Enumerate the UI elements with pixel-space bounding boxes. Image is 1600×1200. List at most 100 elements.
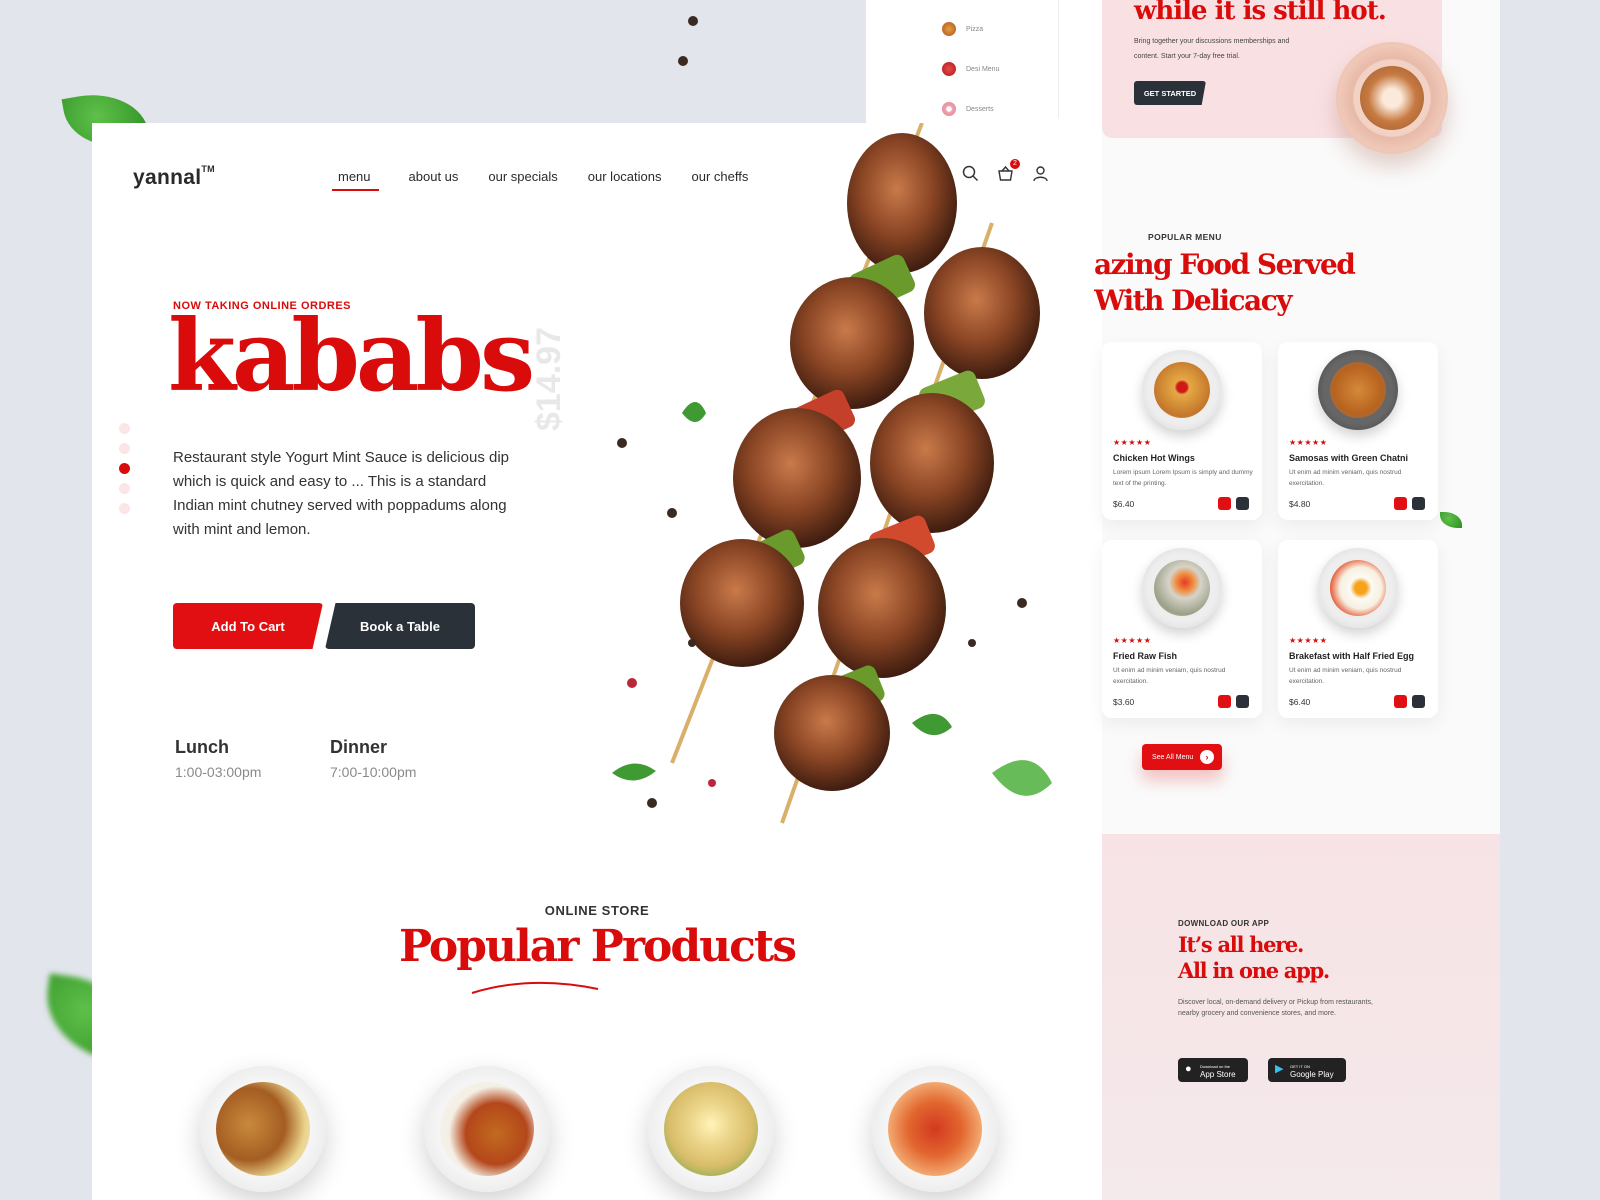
promo-text: Bring together your discussions membersh… xyxy=(1134,38,1290,60)
app-store-label: App Store xyxy=(1200,1069,1236,1079)
rating-stars: ★★★★★ xyxy=(1113,636,1152,645)
hours-label: Dinner xyxy=(330,737,388,757)
menu-card[interactable]: ★★★★★ Samosas with Green Chatni Ut enim … xyxy=(1278,342,1438,520)
share-icon[interactable] xyxy=(1236,695,1249,708)
rating-stars: ★★★★★ xyxy=(1289,438,1328,447)
app-title-line: It’s all here. xyxy=(1178,932,1304,957)
app-store-button[interactable]: ● Download on the App Store xyxy=(1178,1058,1248,1082)
nav-item-our-specials[interactable]: our specials xyxy=(488,169,557,191)
share-icon[interactable] xyxy=(1236,497,1249,510)
app-store-caption: Download on the xyxy=(1200,1063,1231,1069)
kebab-skewers-image xyxy=(612,122,1052,824)
rating-stars: ★★★★★ xyxy=(1113,438,1152,447)
product-plate[interactable] xyxy=(872,1066,998,1192)
hours-time: 7:00-10:00pm xyxy=(330,764,417,780)
hero-title: kababs xyxy=(168,299,535,414)
donut-icon xyxy=(942,102,956,116)
chicken-wings-image xyxy=(1142,350,1222,430)
heart-icon[interactable] xyxy=(1394,695,1407,708)
category-label: Desserts xyxy=(966,105,994,113)
heart-icon[interactable] xyxy=(1218,695,1231,708)
slide-dot[interactable] xyxy=(119,503,130,514)
hours-label: Lunch xyxy=(175,737,229,757)
divider xyxy=(1058,0,1059,118)
brand-name: yannal xyxy=(133,166,202,189)
hours-dinner: Dinner 7:00-10:00pm xyxy=(330,737,416,780)
mint-leaf-decoration xyxy=(1440,512,1462,528)
fried-fish-image xyxy=(1142,548,1222,628)
category-item-desi-menu[interactable]: Desi Menu xyxy=(942,62,999,76)
hours-time: 1:00-03:00pm xyxy=(175,764,262,780)
menu-card[interactable]: ★★★★★ Fried Raw Fish Ut enim ad minim ve… xyxy=(1102,540,1262,718)
hero-price: $14.97 xyxy=(530,327,568,431)
menu-item-name: Brakefast with Half Fried Egg xyxy=(1289,651,1415,661)
curry-rice-plate-icon xyxy=(440,1082,534,1176)
popular-menu-title-line: azing Food Served xyxy=(1094,248,1356,281)
popular-menu-title: azing Food Served With Delicacy xyxy=(1094,247,1424,319)
menu-item-name: Fried Raw Fish xyxy=(1113,651,1178,661)
get-started-button[interactable]: GET STARTED xyxy=(1134,81,1206,105)
menu-item-desc: Ut enim ad minim veniam, quis nostrud ex… xyxy=(1113,667,1226,685)
heart-icon[interactable] xyxy=(1394,497,1407,510)
fried-chicken-plate-icon xyxy=(216,1082,310,1176)
hours-lunch: Lunch 1:00-03:00pm xyxy=(175,737,261,780)
right-preview-panel: while it is still hot. Bring together yo… xyxy=(1094,0,1500,1200)
google-play-icon: ▶ xyxy=(1275,1063,1284,1075)
main-landing-panel: yannalTM menu about us our specials our … xyxy=(92,122,1102,1200)
google-play-label: Google Play xyxy=(1290,1069,1334,1079)
download-app-section: DOWNLOAD OUR APP It’s all here. All in o… xyxy=(1102,834,1500,1200)
nav-item-about-us[interactable]: about us xyxy=(409,169,459,191)
download-app-eyebrow: DOWNLOAD OUR APP xyxy=(1178,919,1270,928)
samosa-image xyxy=(1318,350,1398,430)
crepe-lemon-plate-icon xyxy=(664,1082,758,1176)
fried-egg-breakfast-image xyxy=(1318,548,1398,628)
menu-item-name: Samosas with Green Chatni xyxy=(1289,453,1409,463)
menu-item-name: Chicken Hot Wings xyxy=(1113,453,1195,463)
add-to-cart-button[interactable]: Add To Cart xyxy=(173,603,323,649)
popular-menu-title-line: With Delicacy xyxy=(1094,284,1293,317)
pizza-icon xyxy=(942,22,956,36)
nav-item-menu[interactable]: menu xyxy=(332,169,379,191)
share-icon[interactable] xyxy=(1412,497,1425,510)
product-plate[interactable] xyxy=(200,1066,326,1192)
category-item-desserts[interactable]: Desserts xyxy=(942,102,994,116)
heart-icon[interactable] xyxy=(1218,497,1231,510)
brand-logo[interactable]: yannalTM xyxy=(133,164,215,190)
apple-icon: ● xyxy=(1185,1063,1192,1075)
slide-dot[interactable] xyxy=(119,483,130,494)
pot-icon xyxy=(942,62,956,76)
google-play-caption: GET IT ON xyxy=(1290,1063,1310,1069)
title-underline-decoration xyxy=(471,981,599,994)
share-icon[interactable] xyxy=(1412,695,1425,708)
product-plate[interactable] xyxy=(648,1066,774,1192)
see-all-menu-button[interactable]: See All Menu › xyxy=(1142,744,1222,770)
coffee-cup-image xyxy=(1336,42,1448,154)
app-title-line: All in one app. xyxy=(1178,958,1330,983)
see-all-label: See All Menu xyxy=(1152,753,1194,761)
store-title: Popular Products xyxy=(399,921,797,972)
slide-pagination xyxy=(119,423,130,514)
category-label: Pizza xyxy=(966,25,984,33)
menu-card[interactable]: ★★★★★ Chicken Hot Wings Lorem ipsum Lore… xyxy=(1102,342,1262,520)
category-label: Desi Menu xyxy=(966,65,1000,73)
latte-art xyxy=(1360,66,1424,130)
store-eyebrow: ONLINE STORE xyxy=(544,903,650,918)
promo-title: while it is still hot. xyxy=(1134,0,1387,26)
google-play-button[interactable]: ▶ GET IT ON Google Play xyxy=(1268,1058,1346,1082)
product-plate[interactable] xyxy=(424,1066,550,1192)
menu-card[interactable]: ★★★★★ Brakefast with Half Fried Egg Ut e… xyxy=(1278,540,1438,718)
slide-dot-active[interactable] xyxy=(119,463,130,474)
menu-item-desc: Ut enim ad minim veniam, quis nostrud ex… xyxy=(1289,469,1402,487)
slide-dot[interactable] xyxy=(119,423,130,434)
menu-item-price: $3.60 xyxy=(1113,697,1135,707)
category-menu-panel: Pizza Desi Menu Desserts xyxy=(866,0,1102,123)
brand-trademark: TM xyxy=(201,164,215,174)
menu-item-price: $6.40 xyxy=(1289,697,1311,707)
peppercorn-decoration xyxy=(678,56,688,66)
slide-dot[interactable] xyxy=(119,443,130,454)
book-table-button[interactable]: Book a Table xyxy=(325,603,475,649)
hero-description: Restaurant style Yogurt Mint Sauce is de… xyxy=(173,449,510,538)
spaghetti-plate-icon xyxy=(888,1082,982,1176)
category-item-pizza[interactable]: Pizza xyxy=(942,22,983,36)
peppercorn-decoration xyxy=(688,16,698,26)
